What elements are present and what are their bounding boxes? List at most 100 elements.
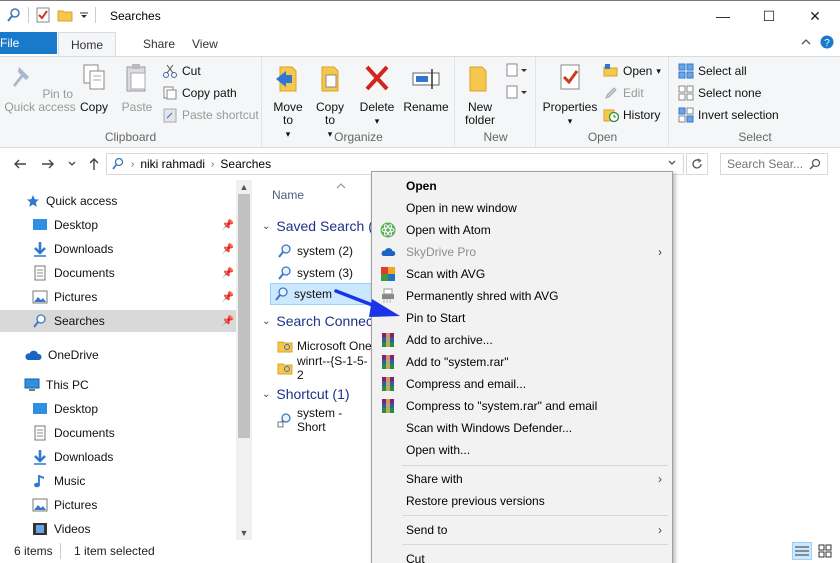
menu-shred-avg[interactable]: Permanently shred with AVG — [372, 285, 672, 307]
breadcrumb-separator[interactable]: › — [211, 159, 214, 170]
column-header-name[interactable]: Name — [272, 188, 304, 202]
history-button[interactable]: History — [603, 105, 660, 125]
nav-pc-pictures[interactable]: Pictures — [32, 494, 234, 516]
breadcrumb-separator[interactable]: › — [131, 159, 134, 170]
cut-button[interactable]: Cut — [162, 61, 201, 81]
menu-add-to-system-rar[interactable]: Add to "system.rar" — [372, 351, 672, 373]
scroll-up-icon[interactable]: ▲ — [236, 180, 252, 194]
address-dropdown-icon[interactable] — [667, 157, 677, 171]
breadcrumb-searches[interactable]: Searches — [220, 157, 271, 171]
status-item-count: 6 items — [14, 544, 53, 558]
new-folder-icon[interactable] — [57, 7, 73, 23]
select-all-button[interactable]: Select all — [678, 61, 747, 81]
collapse-chevron-icon[interactable]: ⌄ — [262, 221, 270, 232]
file-system-2[interactable]: system (2) — [274, 240, 374, 262]
nav-pc-desktop[interactable]: Desktop — [32, 398, 234, 420]
menu-cut[interactable]: Cut — [372, 548, 672, 563]
easy-access-icon[interactable] — [506, 85, 528, 101]
avg-icon — [381, 267, 395, 281]
pictures-icon — [32, 290, 48, 304]
up-button[interactable] — [84, 154, 104, 174]
winrar-icon — [382, 355, 394, 369]
tab-home[interactable]: Home — [58, 32, 116, 56]
invert-selection-button[interactable]: Invert selection — [678, 105, 779, 125]
open-button[interactable]: Open ▾ — [603, 61, 661, 81]
menu-open[interactable]: Open — [372, 175, 672, 197]
menu-compress-to-system-rar-email[interactable]: Compress to "system.rar" and email — [372, 395, 672, 417]
nav-quick-pictures[interactable]: Pictures 📌 — [32, 286, 234, 308]
group-saved-search[interactable]: ⌄ Saved Search ( — [262, 218, 373, 234]
new-folder-button[interactable]: New folder — [460, 61, 500, 127]
large-icons-view-button[interactable] — [815, 542, 835, 560]
copy-to-button[interactable]: Copy to ▾ — [311, 61, 349, 141]
rename-button[interactable]: Rename — [403, 61, 449, 114]
nav-pc-downloads[interactable]: Downloads — [32, 446, 234, 468]
tab-file[interactable]: File — [0, 32, 57, 54]
menu-send-to[interactable]: Send to › — [372, 519, 672, 541]
back-button[interactable] — [10, 154, 30, 174]
tab-view[interactable]: View — [178, 32, 232, 56]
details-view-button[interactable] — [792, 542, 812, 560]
new-group-label: New — [483, 130, 508, 144]
group-shortcut[interactable]: ⌄ Shortcut (1) — [262, 386, 350, 402]
edit-button[interactable]: Edit — [603, 83, 644, 103]
nav-onedrive[interactable]: OneDrive — [24, 344, 234, 366]
breadcrumb-user[interactable]: niki rahmadi — [140, 157, 205, 171]
nav-pc-music[interactable]: Music — [32, 470, 234, 492]
nav-this-pc[interactable]: This PC — [24, 374, 234, 396]
refresh-button[interactable] — [686, 153, 708, 175]
menu-add-to-archive[interactable]: Add to archive... — [372, 329, 672, 351]
nav-pc-videos[interactable]: Videos — [32, 518, 234, 540]
paste-shortcut-button[interactable]: Paste shortcut — [162, 105, 259, 125]
nav-quick-desktop[interactable]: Desktop 📌 — [32, 214, 234, 236]
copy-path-button[interactable]: Copy path — [162, 83, 237, 103]
file-system-shortcut[interactable]: system - Short — [274, 406, 374, 434]
paste-button[interactable]: Paste — [118, 61, 156, 114]
menu-scan-avg[interactable]: Scan with AVG — [372, 263, 672, 285]
menu-compress-email[interactable]: Compress and email... — [372, 373, 672, 395]
recent-locations-button[interactable] — [62, 154, 82, 174]
nav-quick-access[interactable]: Quick access — [26, 190, 236, 212]
collapse-ribbon-icon[interactable] — [800, 36, 812, 48]
scroll-down-icon[interactable]: ▼ — [236, 526, 252, 540]
pin-to-quick-access-button[interactable]: Pin to Quick access — [4, 61, 76, 114]
new-item-icon[interactable] — [506, 63, 528, 79]
organize-group: Move to ▾ Copy to ▾ Delete ▾ Rename Organiz… — [263, 57, 455, 147]
maximize-button[interactable]: ☐ — [746, 1, 792, 31]
scissors-icon — [163, 64, 177, 78]
search-box[interactable] — [720, 153, 828, 175]
collapse-chevron-icon[interactable]: ⌄ — [262, 316, 270, 327]
file-system-3[interactable]: system (3) — [274, 262, 374, 284]
menu-skydrive-pro[interactable]: SkyDrive Pro › — [372, 241, 672, 263]
nav-quick-documents[interactable]: Documents 📌 — [32, 262, 234, 284]
menu-open-with[interactable]: Open with... — [372, 439, 672, 461]
menu-open-new-window[interactable]: Open in new window — [372, 197, 672, 219]
forward-button[interactable] — [38, 154, 58, 174]
move-to-button[interactable]: Move to ▾ — [269, 61, 307, 141]
minimize-button[interactable]: — — [700, 1, 746, 31]
help-icon[interactable]: ? — [820, 35, 834, 49]
close-button[interactable]: ✕ — [792, 1, 838, 31]
menu-restore-previous[interactable]: Restore previous versions — [372, 490, 672, 512]
customize-qat-icon[interactable] — [79, 7, 89, 23]
properties-button[interactable]: Properties ▾ — [541, 61, 599, 128]
menu-scan-defender[interactable]: Scan with Windows Defender... — [372, 417, 672, 439]
file-winrt[interactable]: winrt--{S-1-5-2 — [274, 354, 374, 382]
nav-quick-searches[interactable]: Searches 📌 — [0, 310, 236, 332]
menu-share-with[interactable]: Share with › — [372, 468, 672, 490]
desktop-icon — [33, 403, 47, 414]
menu-pin-to-start[interactable]: Pin to Start — [372, 307, 672, 329]
cloud-icon — [25, 350, 42, 360]
delete-button[interactable]: Delete ▾ — [359, 61, 395, 128]
search-input[interactable] — [727, 157, 805, 171]
nav-pane-scrollbar[interactable]: ▲ ▼ — [236, 180, 252, 540]
scrollbar-thumb[interactable] — [238, 194, 250, 438]
nav-pc-documents[interactable]: Documents — [32, 422, 234, 444]
collapse-chevron-icon[interactable]: ⌄ — [262, 389, 270, 400]
nav-quick-downloads[interactable]: Downloads 📌 — [32, 238, 234, 260]
properties-icon[interactable] — [35, 7, 51, 23]
select-none-button[interactable]: Select none — [678, 83, 761, 103]
search-icon[interactable] — [809, 158, 821, 170]
menu-open-with-atom[interactable]: Open with Atom — [372, 219, 672, 241]
copy-button[interactable]: Copy — [76, 61, 112, 114]
